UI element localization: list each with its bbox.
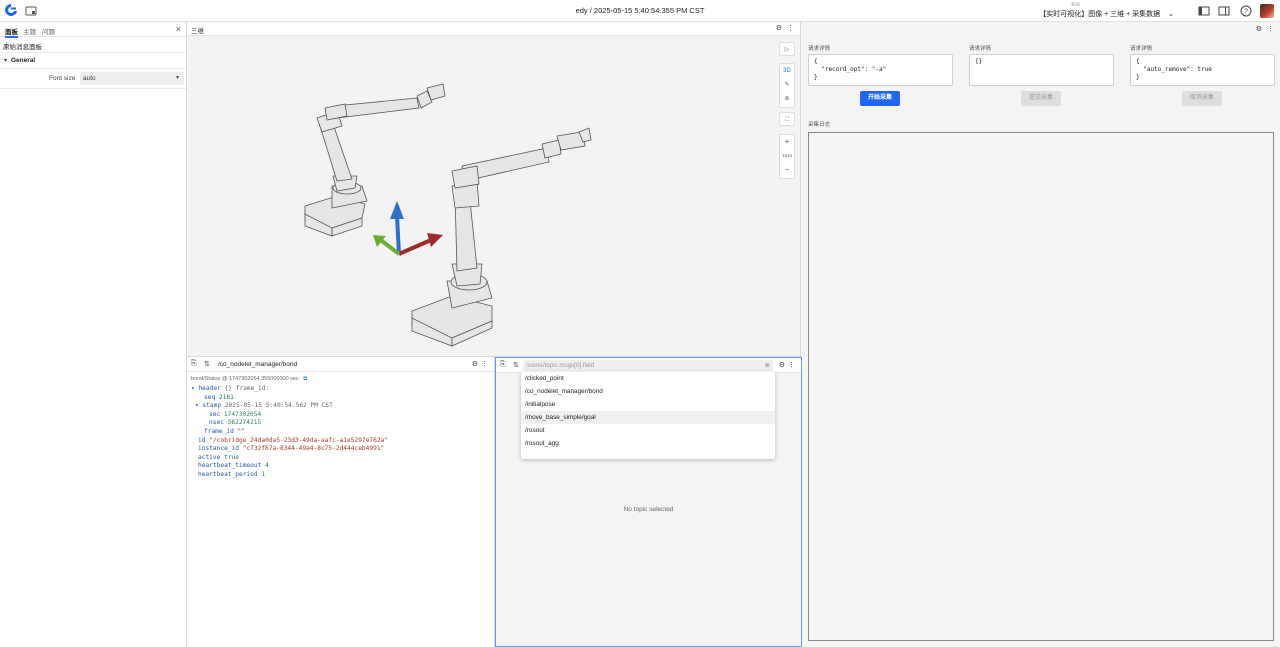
log-label: 采集日志 [808, 122, 831, 128]
font-size-setting: Font size auto ▾ [0, 69, 186, 89]
request-editor[interactable]: { "auto_remove": true } [1130, 54, 1275, 86]
fit-view-icon[interactable]: ⛶ [779, 112, 795, 126]
tree-row[interactable]: ▾ stamp 2025-05-15 5:40:54.562 PM CST [191, 402, 388, 411]
message-subtitle: bond/Status @ 1747302054.355000000 sec [191, 376, 299, 382]
tree-row[interactable]: ▾ header {} frame_id: [191, 385, 388, 394]
view-toolbox: 3D ✎ ⊕ [779, 63, 795, 108]
tree-row: seq 2181 [204, 393, 234, 401]
expand-collapse-icon[interactable]: ⇅ [513, 361, 519, 369]
sidebar: 面板 主题 问题 × 原始消息面板 ⋮ ▾ General Font size … [0, 22, 187, 647]
right-sidebar-toggle-icon[interactable] [1218, 5, 1230, 17]
raw-message-header: ⎘ ⇅ /some/topic.msgs[0].field ⊗ ⚙ ⋮ [496, 358, 801, 373]
copy-icon[interactable]: ⎘ [500, 361, 506, 369]
more-vert-icon[interactable]: ⋮ [3, 41, 181, 49]
topic-option[interactable]: /clicked_point [521, 372, 775, 385]
submit-collect-button[interactable]: 提交采集 [1021, 91, 1061, 106]
tree-row: sec 1747302054 [209, 410, 262, 418]
copy-icon[interactable]: ⎘ [191, 360, 197, 368]
3d-scene-canvas[interactable] [187, 36, 801, 356]
request-label: 请求详情 [1130, 46, 1153, 52]
tree-row: active true [198, 453, 239, 461]
general-section-label: General [11, 57, 36, 64]
topic-option[interactable]: /move_base_simple/goal [521, 411, 775, 424]
layout-selector[interactable]: 【实时可视化】图像 + 三维 + 采集数据 ⌄ [1039, 9, 1174, 19]
layout-name: 【实时可视化】图像 + 三维 + 采集数据 [1039, 11, 1161, 18]
raw-message-header: ⎘ ⇅ /co_nodelet_manager/bond ⚙ ⋮ [187, 357, 494, 372]
font-size-label: Font size [49, 75, 76, 82]
close-icon[interactable]: × [176, 24, 181, 34]
left-sidebar-toggle-icon[interactable] [1198, 5, 1210, 17]
zoom-level: 1916 [781, 153, 792, 158]
chevron-down-icon: ▾ [175, 75, 179, 81]
panel-settings-header: 原始消息面板 ⋮ [0, 37, 186, 53]
app-topbar: edy / 2025-05-15 5:40:54.355 PM CST 布局 【… [0, 0, 1280, 22]
request-label: 请求详情 [808, 46, 831, 52]
service-panel-header: ⚙ ⋮ [802, 22, 1280, 36]
more-vert-icon[interactable]: ⋮ [1267, 26, 1274, 33]
request-editor[interactable]: {} [969, 54, 1114, 86]
tree-row: nsec 562274215 [209, 419, 262, 427]
tree-row: heartbeat_timeout 4 [198, 462, 269, 470]
caret-down-icon: ▾ [4, 58, 8, 64]
panel-3d-header: 三维 ⚙ ⋮ [187, 22, 800, 36]
panel-3d-title: 三维 [191, 28, 204, 35]
tree-row: frame_id "" [204, 427, 245, 435]
general-section-toggle[interactable]: ▾ General [0, 53, 186, 69]
settings-icon[interactable]: ⚙ [1256, 26, 1262, 33]
empty-state-text: No topic selected [623, 506, 674, 513]
topic-path-placeholder: /some/topic.msgs[0].field [526, 362, 595, 369]
more-vert-icon[interactable]: ⋮ [481, 360, 488, 368]
cancel-collect-button[interactable]: 取消采集 [1182, 91, 1222, 106]
svg-text:?: ? [1244, 9, 1248, 16]
service-call-panel: ⚙ ⋮ 请求详情 请求详情 请求详情 { "record_opt": "-a" … [802, 22, 1280, 647]
expand-collapse-icon[interactable]: ⇅ [204, 360, 210, 368]
topic-option[interactable]: /initialpose [521, 398, 775, 411]
help-icon[interactable]: ? [1240, 5, 1252, 17]
settings-icon[interactable]: ⚙ [779, 361, 785, 369]
message-tree: ▾ header {} frame_id: seq 2181 ▾ stamp 2… [191, 385, 388, 480]
topic-option[interactable]: /rosout [521, 424, 775, 437]
topic-option[interactable]: /rosout_agg [521, 437, 775, 450]
axes-gizmo [373, 201, 443, 256]
copy-icon[interactable]: ⧉ [303, 376, 307, 382]
raw-message-panel-2: ⎘ ⇅ /some/topic.msgs[0].field ⊗ ⚙ ⋮ /cli… [495, 357, 802, 647]
log-output[interactable] [808, 132, 1274, 641]
topic-option[interactable]: /co_nodelet_manager/bond [521, 385, 775, 398]
more-vert-icon[interactable]: ⋮ [788, 361, 795, 369]
zoom-controls: + 1916 − [779, 134, 795, 179]
more-vert-icon[interactable]: ⋮ [787, 25, 794, 32]
robot-arm-model [304, 83, 446, 237]
font-size-select[interactable]: auto ▾ [80, 72, 184, 85]
mode-3d-toggle[interactable]: 3D [780, 64, 794, 78]
zoom-in-icon[interactable]: + [780, 135, 794, 149]
topic-autocomplete-menu: /clicked_point /co_nodelet_manager/bond … [521, 372, 775, 459]
settings-icon[interactable]: ⚙ [472, 360, 478, 368]
message-meta: bond/Status @ 1747302054.355000000 sec ⧉ [191, 376, 307, 383]
tree-row: heartbeat_period 1 [198, 470, 266, 478]
panel-3d: 三维 ⚙ ⋮ ▷ 3D ✎ ⊕ ⛶ + 1916 − [187, 22, 801, 357]
sidebar-tabs: 面板 主题 问题 × [0, 22, 186, 38]
request-label: 请求详情 [969, 46, 992, 52]
publish-point-icon[interactable]: ⊕ [780, 92, 794, 106]
tab-topics[interactable]: 主题 [23, 26, 36, 36]
tab-problems[interactable]: 问题 [42, 26, 55, 36]
tree-row: instance_id "c732f67a-8344-49a4-8c75-2d4… [198, 445, 385, 453]
avatar[interactable] [1260, 4, 1274, 18]
layout-caption: 布局 [1071, 2, 1080, 7]
chevron-down-icon: ⌄ [1168, 11, 1174, 18]
topic-path[interactable]: /co_nodelet_manager/bond [218, 361, 297, 368]
font-size-value: auto [83, 75, 96, 82]
tab-panels[interactable]: 面板 [5, 26, 18, 38]
interact-tool-button[interactable]: ▷ [779, 42, 795, 56]
topic-path-input[interactable]: /some/topic.msgs[0].field ⊗ [523, 360, 773, 371]
request-editor[interactable]: { "record_opt": "-a" } [808, 54, 953, 86]
raw-message-panel: ⎘ ⇅ /co_nodelet_manager/bond ⚙ ⋮ bond/St… [187, 357, 495, 647]
measure-icon[interactable]: ✎ [780, 78, 794, 92]
tree-row: id "/cobridge_24da0da5-23d3-49da-aafc-a1… [198, 436, 388, 444]
start-collect-button[interactable]: 开始采集 [860, 91, 900, 106]
settings-icon[interactable]: ⚙ [776, 25, 782, 32]
clear-icon[interactable]: ⊗ [765, 361, 770, 369]
zoom-out-icon[interactable]: − [780, 163, 794, 177]
